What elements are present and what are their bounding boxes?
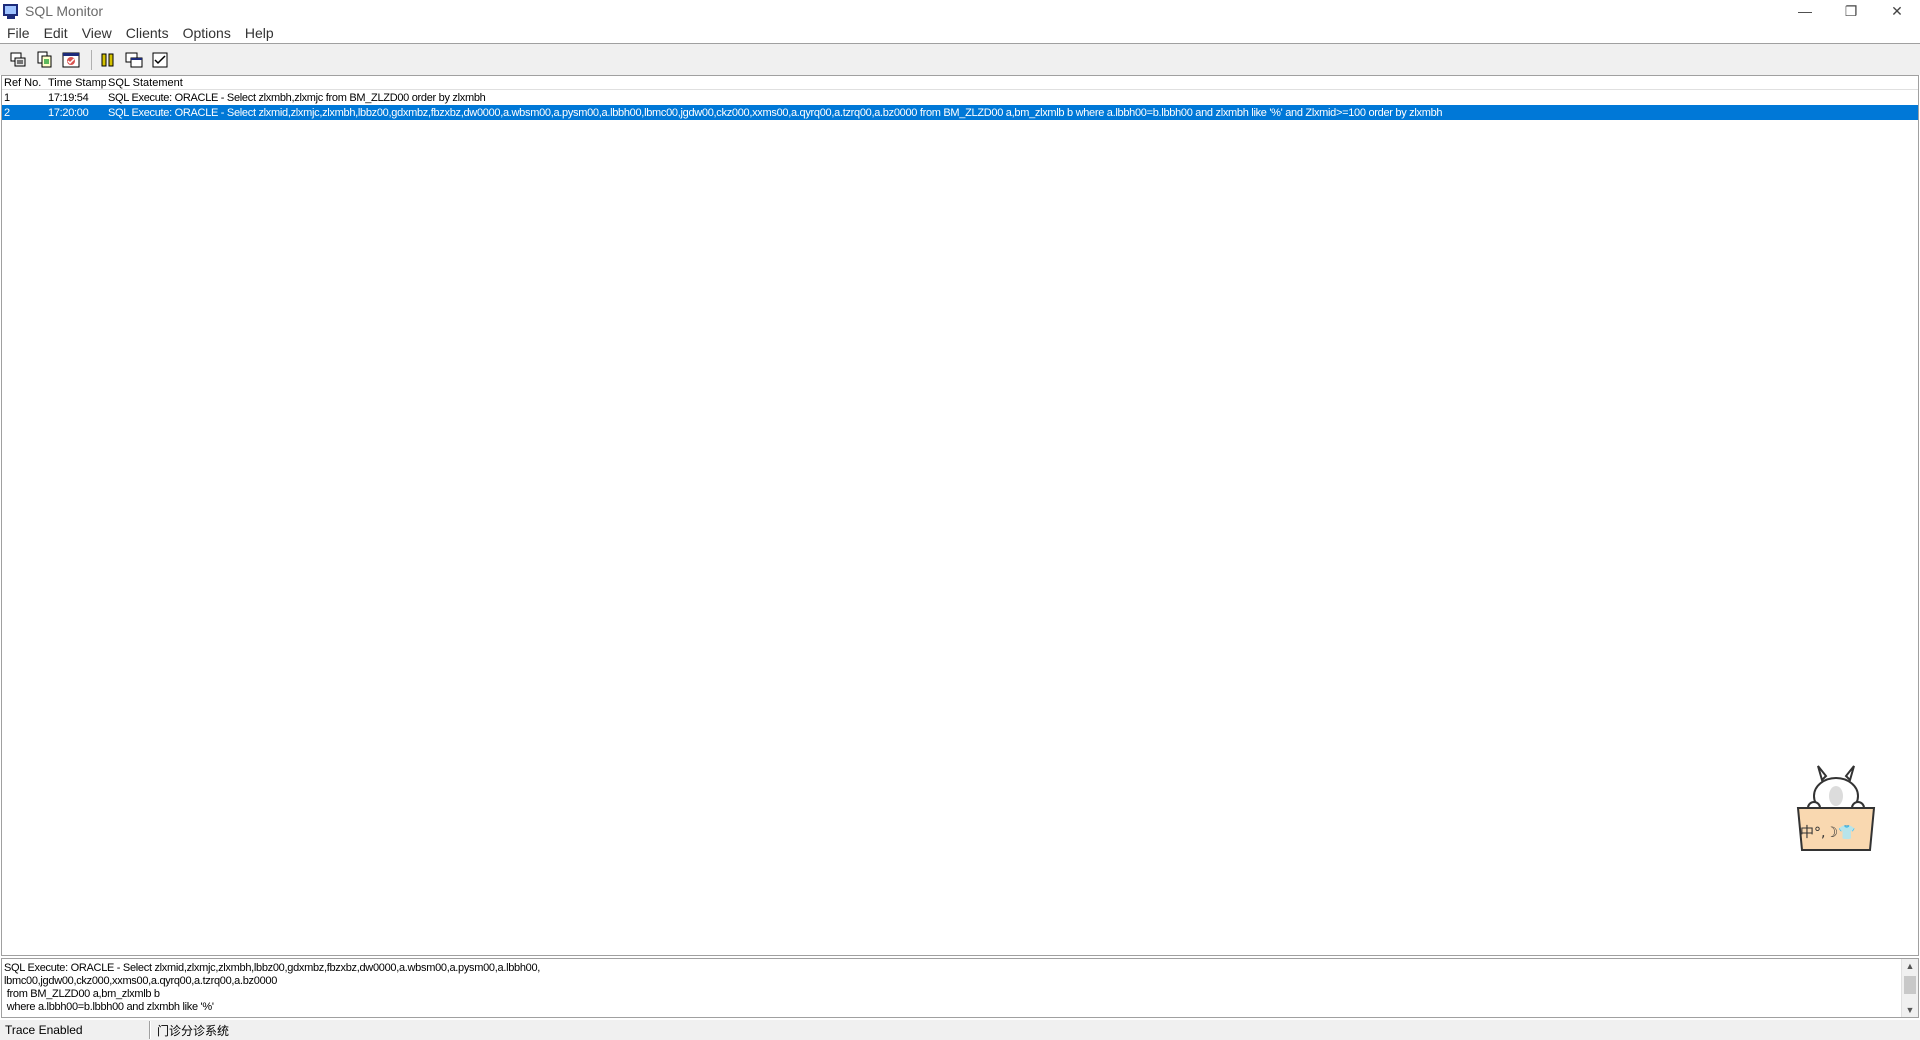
sql-detail-text: SQL Execute: ORACLE - Select zlxmid,zlxm… bbox=[4, 962, 540, 1014]
ime-label: 中°,☽👕 bbox=[1800, 825, 1856, 841]
row-ref-no: 1 bbox=[4, 91, 10, 104]
detail-line: from BM_ZLZD00 a,bm_zlxmlb b bbox=[4, 988, 160, 1000]
column-header-ref-no[interactable]: Ref No. bbox=[2, 77, 46, 89]
menu-help[interactable]: Help bbox=[238, 25, 281, 41]
menu-view[interactable]: View bbox=[75, 25, 119, 41]
options-checklist-icon bbox=[152, 52, 168, 67]
print-button[interactable] bbox=[60, 49, 82, 71]
table-row-selected[interactable]: 2 17:20:00 SQL Execute: ORACLE - Select … bbox=[2, 105, 1918, 120]
pause-icon bbox=[101, 53, 114, 66]
table-row[interactable]: 1 17:19:54 SQL Execute: ORACLE - Select … bbox=[2, 90, 1918, 105]
menu-bar: File Edit View Clients Options Help bbox=[0, 22, 1920, 43]
title-bar: SQL Monitor — ❐ ✕ bbox=[0, 0, 1920, 22]
detail-line: lbmc00,jgdw00,ckz000,xxms00,a.qyrq00,a.t… bbox=[4, 975, 278, 987]
copy-icon bbox=[37, 51, 52, 67]
restore-button[interactable]: ❐ bbox=[1828, 0, 1874, 22]
row-sql-statement: SQL Execute: ORACLE - Select zlxmid,zlxm… bbox=[108, 106, 1443, 119]
save-log-button[interactable] bbox=[8, 49, 30, 71]
scroll-up-arrow-icon[interactable]: ▲ bbox=[1902, 959, 1918, 973]
window-controls: — ❐ ✕ bbox=[1782, 0, 1920, 22]
column-header-time-stamp[interactable]: Time Stamp bbox=[46, 77, 106, 89]
row-sql-statement: SQL Execute: ORACLE - Select zlxmbh,zlxm… bbox=[108, 91, 486, 104]
print-icon bbox=[62, 52, 80, 67]
scroll-thumb[interactable] bbox=[1904, 976, 1916, 994]
column-header-sql-statement[interactable]: SQL Statement bbox=[106, 77, 1918, 89]
toolbar bbox=[0, 43, 1920, 75]
detail-vertical-scrollbar[interactable]: ▲ ▼ bbox=[1901, 959, 1918, 1017]
detail-line: SQL Execute: ORACLE - Select zlxmid,zlxm… bbox=[4, 962, 541, 974]
clients-button[interactable] bbox=[123, 49, 145, 71]
minimize-button[interactable]: — bbox=[1782, 0, 1828, 22]
scroll-down-arrow-icon[interactable]: ▼ bbox=[1902, 1003, 1918, 1017]
window-title: SQL Monitor bbox=[25, 3, 104, 19]
monitor-app-icon bbox=[3, 3, 19, 19]
menu-options[interactable]: Options bbox=[176, 25, 238, 41]
options-button[interactable] bbox=[149, 49, 171, 71]
status-trace-enabled: Trace Enabled bbox=[0, 1021, 150, 1039]
menu-file[interactable]: File bbox=[0, 25, 37, 41]
list-header: Ref No. Time Stamp SQL Statement bbox=[2, 76, 1918, 90]
toolbar-separator bbox=[91, 49, 92, 70]
pause-button[interactable] bbox=[97, 49, 119, 71]
clients-icon bbox=[125, 52, 143, 67]
status-bar: Trace Enabled 门诊分诊系统 bbox=[0, 1020, 1920, 1040]
menu-clients[interactable]: Clients bbox=[119, 25, 176, 41]
sql-trace-list[interactable]: Ref No. Time Stamp SQL Statement 1 17:19… bbox=[1, 75, 1919, 956]
sql-detail-textarea[interactable]: SQL Execute: ORACLE - Select zlxmid,zlxm… bbox=[1, 958, 1919, 1018]
row-time-stamp: 17:19:54 bbox=[48, 91, 89, 104]
row-ref-no: 2 bbox=[4, 106, 10, 119]
status-client-name: 门诊分诊系统 bbox=[150, 1021, 229, 1039]
row-time-stamp: 17:20:00 bbox=[48, 106, 89, 119]
save-log-icon bbox=[10, 52, 26, 66]
detail-line: where a.lbbh00=b.lbbh00 and zlxmbh like … bbox=[4, 1001, 214, 1013]
menu-edit[interactable]: Edit bbox=[37, 25, 75, 41]
copy-button[interactable] bbox=[34, 49, 56, 71]
ime-mascot-widget[interactable]: 中°,☽👕 bbox=[1788, 760, 1884, 856]
close-button[interactable]: ✕ bbox=[1874, 0, 1920, 22]
